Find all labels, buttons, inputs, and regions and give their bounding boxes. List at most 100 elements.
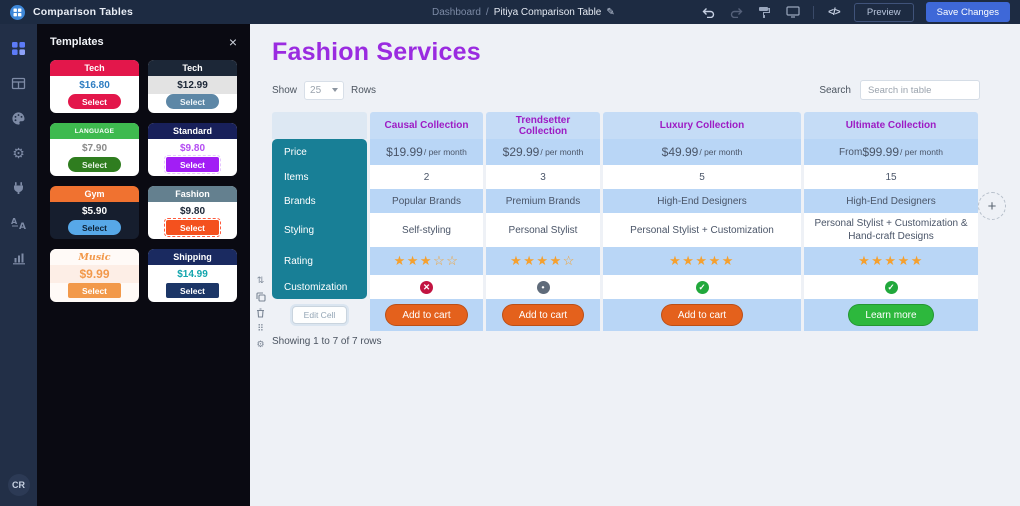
duplicate-icon[interactable] — [255, 291, 266, 302]
row-label-rating[interactable]: Rating — [272, 247, 367, 275]
template-card-gym[interactable]: Gym $5.90 Select — [50, 186, 139, 239]
top-bar: Comparison Tables Dashboard / Pitiya Com… — [0, 0, 1020, 24]
row-label-items[interactable]: Items — [272, 165, 367, 189]
column-header[interactable]: Causal Collection — [370, 112, 483, 139]
add-to-cart-button[interactable]: Add to cart — [501, 304, 585, 326]
items-cell[interactable]: 5 — [603, 165, 801, 189]
search-label: Search — [819, 84, 851, 96]
edit-cell-button[interactable]: Edit Cell — [291, 306, 348, 324]
learn-more-button[interactable]: Learn more — [848, 304, 934, 326]
styling-cell[interactable]: Personal Stylist + Customization — [603, 213, 801, 247]
column-header[interactable]: Ultimate Collection — [804, 112, 978, 139]
undo-icon[interactable] — [701, 5, 717, 19]
template-select-button[interactable]: Select — [67, 220, 122, 235]
stars-empty: ☆ — [562, 253, 576, 268]
row-label-column: Price Items Brands Styling Rating Custom… — [272, 139, 367, 299]
brands-cell[interactable]: High-End Designers — [804, 189, 978, 213]
template-select-button[interactable]: Select — [165, 94, 220, 109]
sidebar-item-tables[interactable] — [11, 75, 27, 91]
price-cell[interactable]: $29.99/ per month — [486, 139, 600, 165]
price-cell[interactable]: From $99.99/ per month — [804, 139, 978, 165]
template-name: Fashion — [148, 186, 237, 202]
brands-cell[interactable]: Popular Brands — [370, 189, 483, 213]
sidebar-item-translate[interactable]: AA — [11, 215, 27, 231]
customization-cell[interactable]: ✓ — [804, 275, 978, 299]
template-card-standard[interactable]: Standard $9.80 Select — [148, 123, 237, 176]
price-amount: $99.99 — [862, 145, 900, 159]
template-name: Standard — [148, 123, 237, 139]
price-suffix: / per month — [699, 147, 743, 157]
items-cell[interactable]: 2 — [370, 165, 483, 189]
sidebar-item-settings-gear[interactable]: ⚙ — [11, 145, 27, 161]
monitor-icon[interactable] — [785, 5, 801, 19]
template-card-music[interactable]: Music $9.99 Select — [50, 249, 139, 302]
customization-cell[interactable]: • — [486, 275, 600, 299]
sidebar-item-dashboard[interactable] — [11, 40, 27, 56]
search-input[interactable] — [860, 80, 980, 100]
user-avatar[interactable]: CR — [7, 474, 30, 496]
drag-handle-icon[interactable]: ⠿ — [255, 323, 266, 334]
row-label-customization[interactable]: Customization — [272, 275, 367, 299]
price-suffix: / per month — [900, 147, 944, 157]
cross-icon: ✕ — [420, 280, 433, 294]
rating-cell[interactable]: ★★★★☆ — [486, 247, 600, 275]
stars-filled: ★★★★ — [510, 253, 563, 268]
add-to-cart-button[interactable]: Add to cart — [660, 304, 744, 326]
add-to-cart-button[interactable]: Add to cart — [385, 304, 468, 326]
brands-cell[interactable]: Premium Brands — [486, 189, 600, 213]
template-select-button[interactable]: Select — [67, 283, 122, 298]
template-card-language[interactable]: LANGUAGE $7.90 Select — [50, 123, 139, 176]
edit-title-pencil-icon[interactable]: ✎ — [606, 7, 614, 18]
template-select-button[interactable]: Select — [163, 218, 222, 237]
items-cell[interactable]: 3 — [486, 165, 600, 189]
brands-cell[interactable]: High-End Designers — [603, 189, 801, 213]
customization-cell[interactable]: ✓ — [603, 275, 801, 299]
row-label-brands[interactable]: Brands — [272, 189, 367, 213]
row-label-styling[interactable]: Styling — [272, 213, 367, 247]
sidebar-item-integrations-plug[interactable] — [11, 180, 27, 196]
add-column-button[interactable]: + — [978, 192, 1006, 220]
rating-cell[interactable]: ★★★★★ — [804, 247, 978, 275]
save-changes-button[interactable]: Save Changes — [925, 2, 1010, 22]
code-embed-icon[interactable]: </> — [826, 5, 842, 19]
price-cell[interactable]: $19.99/ per month — [370, 139, 483, 165]
page-size-value: 25 — [310, 84, 322, 96]
sidebar-item-analytics-chart[interactable] — [11, 250, 27, 266]
preview-button[interactable]: Preview — [853, 2, 914, 22]
rating-cell[interactable]: ★★★★★ — [603, 247, 801, 275]
template-select-button[interactable]: Select — [163, 155, 222, 174]
rating-cell[interactable]: ★★★☆☆ — [370, 247, 483, 275]
stars-filled: ★★★ — [393, 253, 434, 268]
row-label-price[interactable]: Price — [272, 139, 367, 165]
breadcrumb-dashboard-link[interactable]: Dashboard — [432, 7, 481, 18]
styling-cell[interactable]: Personal Stylist + Customization & Hand-… — [804, 213, 978, 247]
template-select-button[interactable]: Select — [165, 283, 220, 298]
price-suffix: / per month — [540, 147, 584, 157]
price-cell[interactable]: $49.99/ per month — [603, 139, 801, 165]
paint-roller-icon[interactable] — [757, 5, 773, 19]
page-size-select[interactable]: 25 — [304, 80, 345, 100]
sidebar-item-appearance-palette[interactable] — [11, 110, 27, 126]
column-header[interactable]: Luxury Collection — [603, 112, 801, 139]
table-header-blank-cell[interactable] — [272, 112, 367, 139]
template-select-button[interactable]: Select — [67, 94, 122, 109]
close-icon[interactable]: × — [229, 35, 237, 49]
template-card-fashion[interactable]: Fashion $9.80 Select — [148, 186, 237, 239]
redo-icon[interactable] — [729, 5, 745, 19]
app-title: Comparison Tables — [33, 6, 134, 18]
template-select-button[interactable]: Select — [67, 157, 122, 172]
column-header[interactable]: Trendsetter Collection — [486, 112, 600, 139]
row-settings-gear-icon[interactable]: ⚙ — [255, 339, 266, 350]
template-card-tech-red[interactable]: Tech $16.80 Select — [50, 60, 139, 113]
delete-trash-icon[interactable] — [255, 307, 266, 318]
template-card-tech-dark[interactable]: Tech $12.99 Select — [148, 60, 237, 113]
move-updown-icon[interactable]: ⇅ — [255, 275, 266, 286]
main-content: Fashion Services Show 25 Rows Search Sea… — [250, 24, 1020, 506]
items-cell[interactable]: 15 — [804, 165, 978, 189]
customization-cell[interactable]: ✕ — [370, 275, 483, 299]
styling-cell[interactable]: Self-styling — [370, 213, 483, 247]
price-amount: $19.99 — [386, 145, 423, 159]
templates-panel-title: Templates — [50, 36, 104, 48]
styling-cell[interactable]: Personal Stylist — [486, 213, 600, 247]
template-card-shipping[interactable]: Shipping $14.99 Select — [148, 249, 237, 302]
